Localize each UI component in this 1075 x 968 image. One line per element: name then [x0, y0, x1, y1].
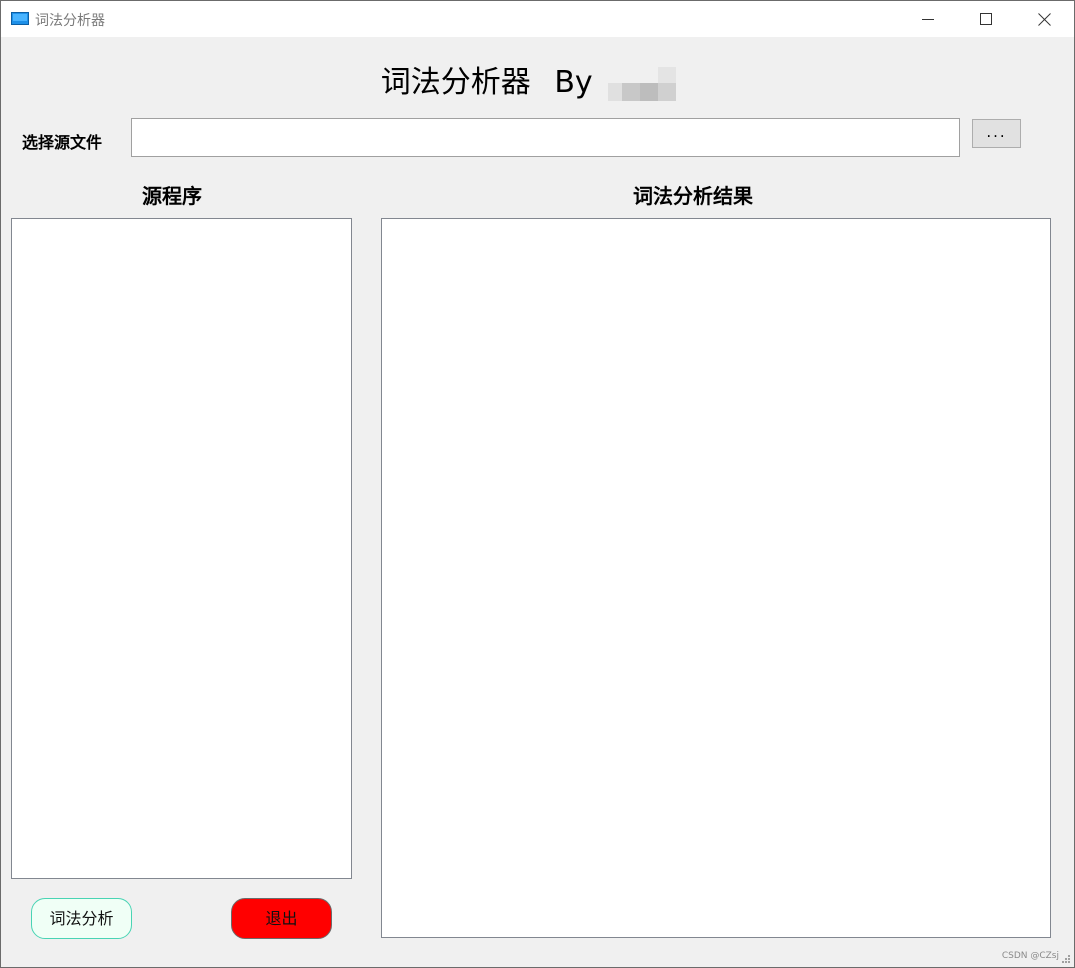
close-icon [1037, 12, 1051, 26]
app-window: 词法分析器 词法分析器 By 选择源文件 ... 源程序 词法分析结果 词法分析… [0, 0, 1075, 968]
exit-button[interactable]: 退出 [231, 898, 332, 939]
browse-file-button[interactable]: ... [972, 119, 1021, 148]
minimize-button[interactable] [899, 1, 957, 37]
minimize-icon [922, 19, 934, 20]
title-bar[interactable]: 词法分析器 [1, 1, 1074, 37]
analysis-result-title: 词法分析结果 [633, 184, 753, 208]
app-window-icon [11, 12, 29, 25]
source-file-path-input[interactable] [131, 118, 960, 157]
app-heading-title: 词法分析器 [380, 65, 531, 100]
watermark: CSDN @CZsj [1001, 951, 1059, 961]
close-button[interactable] [1015, 1, 1073, 37]
lexical-analyze-button[interactable]: 词法分析 [31, 898, 132, 939]
window-title: 词法分析器 [35, 13, 105, 29]
source-program-textarea[interactable] [11, 218, 352, 879]
maximize-button[interactable] [957, 1, 1015, 37]
source-program-title: 源程序 [142, 184, 202, 208]
analysis-result-textarea[interactable] [381, 218, 1051, 938]
file-select-label: 选择源文件 [22, 133, 103, 152]
resize-grip-icon[interactable] [1061, 954, 1071, 964]
redacted-author-mosaic [604, 66, 694, 101]
app-heading-by: By [554, 65, 593, 100]
app-heading: 词法分析器 By [1, 57, 1074, 101]
maximize-icon [980, 13, 992, 25]
